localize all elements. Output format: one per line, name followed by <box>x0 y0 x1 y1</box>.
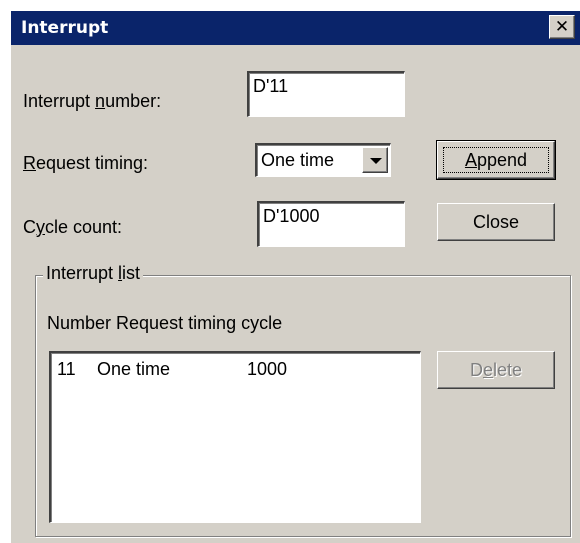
interrupt-listbox[interactable]: 11 One time 1000 <box>49 351 421 523</box>
chevron-down-icon[interactable] <box>362 147 388 173</box>
request-timing-value: One time <box>261 150 335 170</box>
append-button[interactable]: Append <box>436 140 556 180</box>
cycle-count-input[interactable]: D'1000 <box>257 201 405 247</box>
window-title: Interrupt <box>21 18 109 38</box>
close-window-button[interactable]: ✕ <box>549 15 575 39</box>
row-timing: One time <box>97 359 171 379</box>
interrupt-number-input[interactable]: D'11 <box>247 71 405 117</box>
row-number: 11 <box>57 359 76 379</box>
close-icon: ✕ <box>554 17 570 37</box>
interrupt-list-title: Interrupt list <box>43 263 144 284</box>
list-header: Number Request timing cycle <box>47 313 283 333</box>
cycle-count-label: Cycle count: <box>23 217 123 237</box>
request-timing-label: Request timing: <box>23 153 149 173</box>
close-button[interactable]: Close <box>437 203 555 241</box>
interrupt-dialog: Interrupt ✕ Interrupt number: D'11 Reque… <box>10 10 580 543</box>
row-cycle: 1000 <box>247 359 288 379</box>
delete-button-label: Delete <box>469 359 523 380</box>
delete-button[interactable]: Delete <box>437 351 555 389</box>
title-bar: Interrupt ✕ <box>11 11 580 45</box>
request-timing-select[interactable]: One time <box>255 143 391 177</box>
interrupt-number-label: Interrupt number: <box>23 91 162 111</box>
list-item[interactable]: 11 One time 1000 <box>57 359 417 381</box>
close-button-label: Close <box>472 211 520 232</box>
focus-rect <box>443 147 549 173</box>
